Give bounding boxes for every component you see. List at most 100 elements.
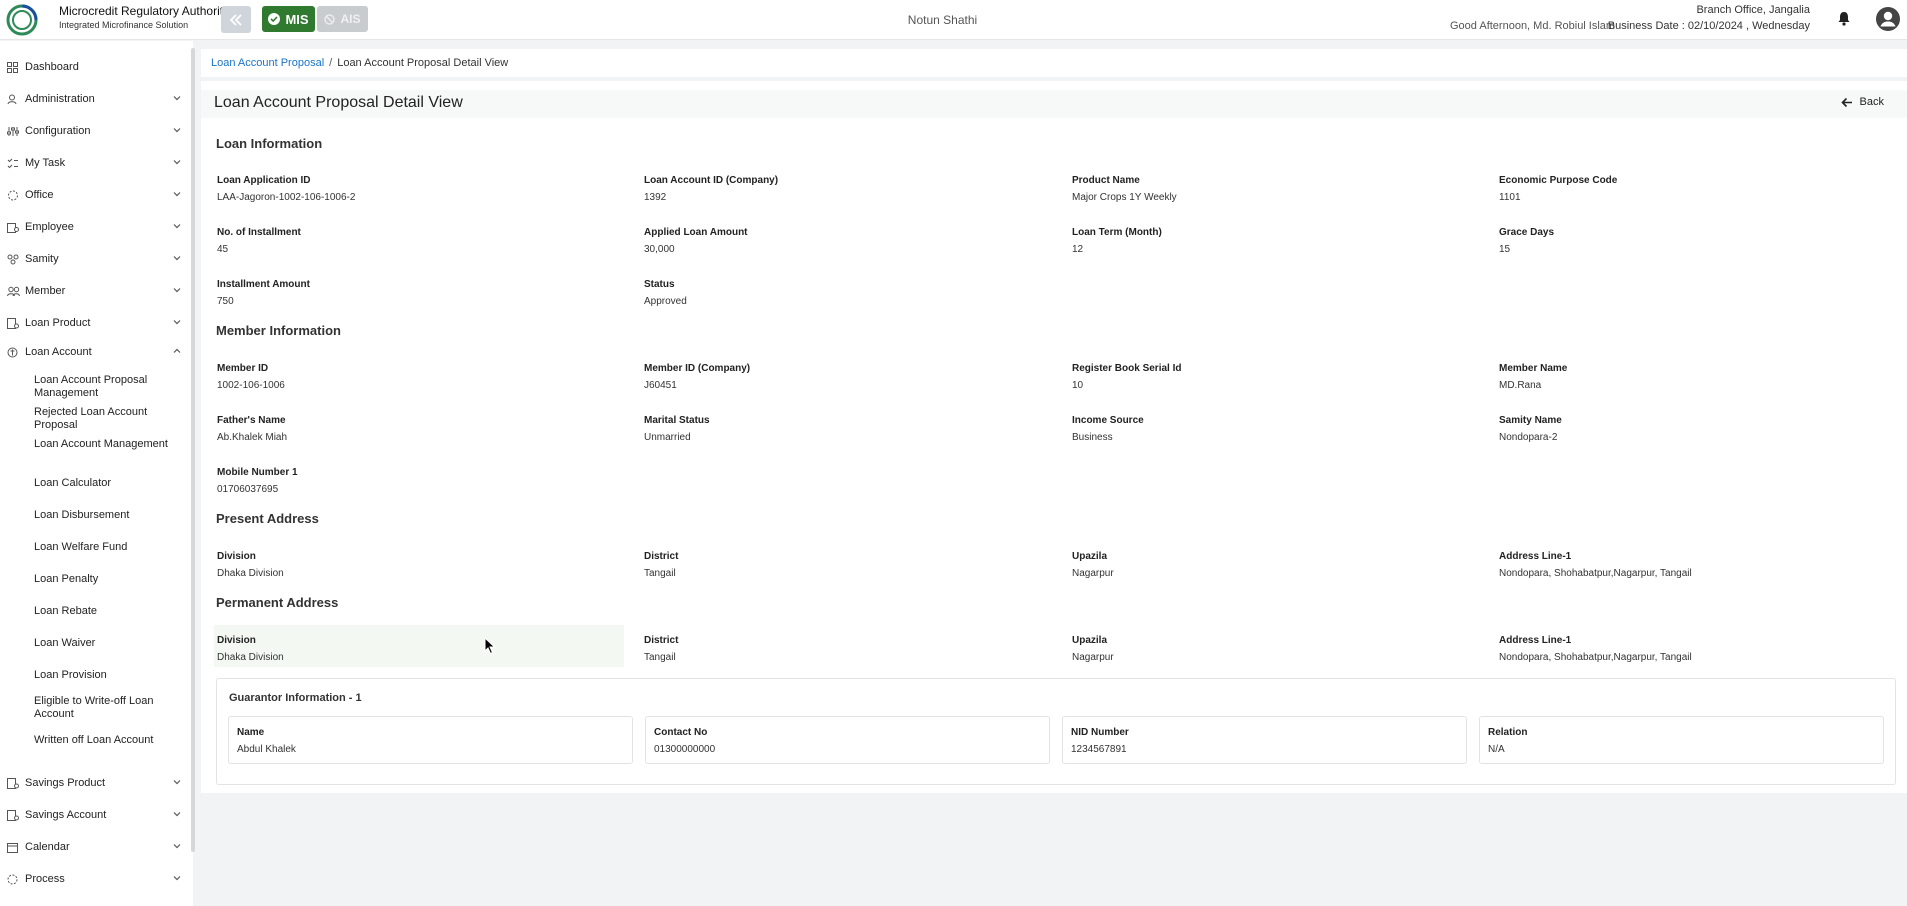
field-applied-loan-amount: Applied Loan Amount 30,000 [644, 227, 1064, 255]
collapse-sidebar-button[interactable] [221, 6, 251, 33]
mra-logo-icon [6, 4, 38, 36]
field-label: Member ID [217, 363, 269, 374]
sidebar-item-label: Configuration [25, 125, 91, 137]
chevron-down-icon [173, 224, 181, 229]
section-title-loan-information: Loan Information [216, 136, 323, 151]
calendar-icon [7, 842, 20, 853]
check-circle-icon [268, 13, 281, 25]
field-value: Nagarpur [1072, 652, 1114, 663]
field-value: Nondopara-2 [1499, 432, 1558, 443]
sidebar-item-loan-product[interactable]: Loan Product [0, 312, 190, 334]
field-label: Loan Application ID [217, 175, 311, 186]
ais-label: AIS [340, 12, 361, 26]
sidebar-subitem-loan-disbursement[interactable]: Loan Disbursement [34, 509, 184, 522]
field-value: LAA-Jagoron-1002-106-1006-2 [217, 192, 356, 203]
sidebar-subitem-loan-welfare-fund[interactable]: Loan Welfare Fund [34, 541, 184, 554]
sidebar-item-configuration[interactable]: Configuration [0, 120, 190, 142]
sidebar-item-my-task[interactable]: My Task [0, 152, 190, 174]
sidebar-item-administration[interactable]: Administration [0, 88, 190, 110]
field-label: District [644, 551, 679, 562]
field-no-of-installment: No. of Installment 45 [217, 227, 637, 255]
sidebar: Dashboard Administration Configuration M… [0, 41, 193, 906]
sidebar-item-employee[interactable]: Employee [0, 216, 190, 238]
sidebar-subitem-loan-waiver[interactable]: Loan Waiver [34, 637, 184, 650]
chevron-down-icon [173, 812, 181, 817]
field-member-id: Member ID 1002-106-1006 [217, 363, 637, 391]
field-value: 45 [217, 244, 229, 255]
field-label: District [644, 635, 679, 646]
field-label: Loan Account ID (Company) [644, 175, 779, 186]
employee-icon [7, 222, 20, 233]
sidebar-subitem-loan-calculator[interactable]: Loan Calculator [34, 477, 184, 490]
sidebar-item-office[interactable]: Office [0, 184, 190, 206]
field-value: Nondopara, Shohabatpur,Nagarpur, Tangail [1499, 568, 1692, 579]
samity-icon [7, 254, 20, 265]
field-label: Upazila [1072, 551, 1108, 562]
sidebar-item-label: Administration [25, 93, 95, 105]
field-label: Father's Name [217, 415, 286, 426]
field-value: 01300000000 [654, 744, 716, 755]
field-value: Approved [644, 296, 687, 307]
organization-title: Notun Shathi [907, 13, 978, 27]
sidebar-subitem-loan-account-management[interactable]: Loan Account Management [34, 438, 184, 451]
ais-button[interactable]: AIS [317, 6, 368, 32]
sidebar-item-member[interactable]: Member [0, 280, 190, 302]
section-title-permanent-address: Permanent Address [216, 595, 339, 610]
sidebar-item-savings-product[interactable]: Savings Product [0, 772, 190, 794]
field-label: Contact No [654, 727, 708, 738]
sidebar-subitem-loan-account-proposal-management[interactable]: Loan Account Proposal Management [34, 374, 184, 400]
loan-product-icon [7, 317, 20, 329]
field-label: Marital Status [644, 415, 710, 426]
back-label: Back [1859, 96, 1884, 108]
field-value: Tangail [644, 568, 676, 579]
breadcrumb-link-proposal[interactable]: Loan Account Proposal [211, 57, 324, 69]
field-value: 750 [217, 296, 234, 307]
sidebar-item-samity[interactable]: Samity [0, 248, 190, 270]
sidebar-item-loan-account[interactable]: Loan Account [0, 341, 190, 363]
greeting-text: Good Afternoon, Md. Robiul Islam [1450, 20, 1616, 32]
field-label: Member ID (Company) [644, 363, 751, 374]
field-permanent-division: Division Dhaka Division [217, 635, 637, 663]
sidebar-subitem-eligible-to-write-off[interactable]: Eligible to Write-off Loan Account [34, 695, 184, 721]
chevron-down-icon [173, 780, 181, 785]
breadcrumb-separator: / [329, 57, 333, 69]
field-label: NID Number [1071, 727, 1129, 738]
chevron-down-icon [173, 256, 181, 261]
sidebar-scrollbar[interactable] [191, 48, 195, 852]
sidebar-subitem-rejected-loan-account-proposal[interactable]: Rejected Loan Account Proposal [34, 406, 184, 432]
sidebar-subitem-loan-rebate[interactable]: Loan Rebate [34, 605, 184, 618]
field-present-division: Division Dhaka Division [217, 551, 637, 579]
sidebar-subitem-written-off-loan-account[interactable]: Written off Loan Account [34, 734, 184, 747]
sidebar-item-process[interactable]: Process [0, 868, 190, 890]
field-label: Mobile Number 1 [217, 467, 298, 478]
sidebar-item-savings-account[interactable]: Savings Account [0, 804, 190, 826]
field-label: Address Line-1 [1499, 635, 1572, 646]
user-avatar-icon[interactable] [1876, 7, 1900, 31]
field-label: Product Name [1072, 175, 1140, 186]
business-date: Business Date : 02/10/2024 , Wednesday [1607, 20, 1810, 32]
field-value: 1392 [644, 192, 667, 203]
mis-button[interactable]: MIS [262, 6, 315, 32]
mis-label: MIS [285, 11, 309, 27]
field-label: Income Source [1072, 415, 1144, 426]
sidebar-subitem-loan-penalty[interactable]: Loan Penalty [34, 573, 184, 586]
loan-account-icon [7, 347, 20, 358]
sidebar-item-calendar[interactable]: Calendar [0, 836, 190, 858]
field-product-name: Product Name Major Crops 1Y Weekly [1072, 175, 1492, 203]
sidebar-subitem-loan-provision[interactable]: Loan Provision [34, 669, 184, 682]
section-title-present-address: Present Address [216, 511, 319, 526]
field-label: Installment Amount [217, 279, 310, 290]
field-permanent-upazila: Upazila Nagarpur [1072, 635, 1492, 663]
sidebar-item-label: Member [25, 285, 66, 297]
field-value: MD.Rana [1499, 380, 1542, 391]
back-button[interactable]: Back [1840, 96, 1884, 108]
field-label: Name [237, 727, 265, 738]
double-chevron-left-icon [229, 13, 242, 26]
field-label: Upazila [1072, 635, 1108, 646]
bell-icon[interactable] [1837, 11, 1851, 26]
field-value: 1002-106-1006 [217, 380, 285, 391]
sidebar-item-label: Loan Product [25, 317, 91, 329]
arrow-left-icon [1840, 97, 1852, 107]
sidebar-item-dashboard[interactable]: Dashboard [0, 56, 190, 78]
sidebar-item-label: Savings Product [25, 777, 106, 789]
